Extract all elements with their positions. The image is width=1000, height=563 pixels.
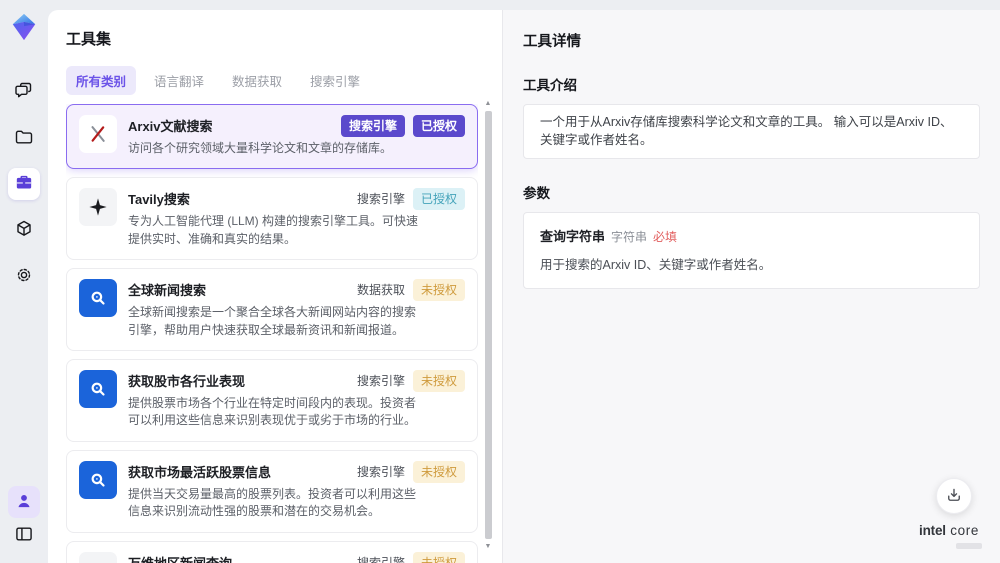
category-badge: 数据获取 (356, 283, 405, 298)
tool-list-pane: 工具集 所有类别 语言翻译 数据获取 搜索引擎 Arxiv文献搜索 访问各个研究领域大… (48, 10, 502, 563)
category-badge: 搜索引擎 (340, 115, 405, 137)
auth-status-badge: 未授权 (412, 551, 465, 563)
sidebar-item-settings[interactable] (8, 260, 40, 292)
sidebar-item-chat[interactable] (8, 76, 40, 108)
auth-status-badge: 未授权 (412, 369, 465, 392)
sidebar-item-tools[interactable] (8, 168, 40, 200)
news-search-icon (79, 279, 117, 318)
tool-card[interactable]: 获取股市各行业表现 提供股票市场各个行业在特定时间段内的表现。投资者可以利用这些… (66, 358, 478, 442)
category-tabs: 所有类别 语言翻译 数据获取 搜索引擎 (66, 66, 502, 95)
tavily-icon (79, 188, 117, 227)
category-badge: 搜索引擎 (356, 373, 405, 388)
news-search-icon (79, 460, 117, 499)
intro-box: 一个用于从Arxiv存储库搜索科学论文和文章的工具。 输入可以是Arxiv ID… (523, 104, 980, 159)
tool-card[interactable]: 万维地区新闻查询 查询具体行政区划内的新闻，快速了解各地新闻动 搜索引擎 未授权 (66, 540, 478, 563)
auth-status-badge: 未授权 (412, 279, 465, 302)
tool-card[interactable]: Arxiv文献搜索 访问各个研究领域大量科学论文和文章的存储库。 搜索引擎 已授… (66, 104, 478, 170)
param-required-flag: 必填 (653, 230, 678, 244)
category-badge: 搜索引擎 (356, 464, 405, 479)
tool-detail-pane: 工具详情 工具介绍 一个用于从Arxiv存储库搜索科学论文和文章的工具。 输入可… (502, 10, 1000, 563)
main-surface: 工具集 所有类别 语言翻译 数据获取 搜索引擎 Arxiv文献搜索 访问各个研究领域大… (48, 10, 1000, 563)
gear-icon (14, 265, 34, 288)
brand-word-core: core (950, 523, 979, 538)
tool-description: 提供股票市场各个行业在特定时间段内的表现。投资者可以利用这些信息来识别表现优于或… (128, 395, 417, 428)
sidebar-item-models[interactable] (8, 214, 40, 246)
intro-text: 一个用于从Arxiv存储库搜索科学论文和文章的工具。 输入可以是Arxiv ID… (540, 115, 953, 147)
brand-word-intel: intel (919, 523, 946, 538)
sidebar-item-panel-toggle[interactable] (8, 519, 40, 551)
download-icon (945, 486, 963, 507)
auth-status-badge: 已授权 (412, 115, 465, 137)
sidebar-item-account[interactable] (8, 486, 40, 518)
intro-heading: 工具介绍 (523, 78, 577, 93)
detail-title: 工具详情 (523, 34, 581, 50)
panel-icon (14, 524, 34, 547)
cube-icon (14, 219, 34, 242)
news-search-icon (79, 369, 117, 408)
chat-icon (14, 81, 34, 104)
intel-core-logo: intel core (912, 522, 986, 549)
params-heading: 参数 (523, 186, 550, 201)
arxiv-icon (79, 115, 117, 153)
tool-card[interactable]: 获取市场最活跃股票信息 提供当天交易量最高的股票列表。投资者可以利用这些信息来识… (66, 449, 478, 533)
page-title: 工具集 (66, 31, 112, 48)
tool-card[interactable]: 全球新闻搜索 全球新闻搜索是一个聚合全球各大新闻网站内容的搜索引擎，帮助用户快速… (66, 268, 478, 351)
scrollbar-thumb[interactable] (484, 111, 492, 539)
user-icon (14, 491, 34, 514)
category-tab-2[interactable]: 数据获取 (222, 66, 292, 95)
intel-sub-mark (956, 543, 982, 549)
scroll-up-icon[interactable]: ▲ (485, 99, 492, 108)
newspaper-icon (79, 551, 117, 563)
toolbox-icon (14, 173, 34, 196)
params-box: 查询字符串 字符串 必填 用于搜索的Arxiv ID、关键字或作者姓名。 (523, 212, 980, 289)
sidebar (0, 0, 48, 563)
download-button[interactable] (936, 478, 972, 514)
tool-description: 提供当天交易量最高的股票列表。投资者可以利用这些信息来识别流动性强的股票和潜在的… (128, 486, 417, 519)
category-badge: 搜索引擎 (356, 192, 405, 207)
app-logo-icon (9, 12, 39, 42)
auth-status-badge: 未授权 (412, 460, 465, 483)
app-window: 工具集 所有类别 语言翻译 数据获取 搜索引擎 Arxiv文献搜索 访问各个研究领域大… (0, 0, 1000, 563)
category-badge: 搜索引擎 (356, 555, 405, 563)
auth-status-badge: 已授权 (412, 188, 465, 211)
tool-list: Arxiv文献搜索 访问各个研究领域大量科学论文和文章的存储库。 搜索引擎 已授… (66, 104, 478, 563)
param-item: 查询字符串 字符串 必填 用于搜索的Arxiv ID、关键字或作者姓名。 (540, 226, 963, 273)
param-description: 用于搜索的Arxiv ID、关键字或作者姓名。 (540, 258, 772, 272)
category-tab-1[interactable]: 语言翻译 (144, 66, 214, 95)
scroll-down-icon[interactable]: ▼ (485, 542, 492, 551)
tool-card[interactable]: Tavily搜索 专为人工智能代理 (LLM) 构建的搜索引擎工具。可快速提供实… (66, 177, 478, 261)
sidebar-item-files[interactable] (8, 122, 40, 154)
tool-description: 全球新闻搜索是一个聚合全球各大新闻网站内容的搜索引擎，帮助用户快速获取全球最新资… (128, 305, 417, 337)
tool-title: 万维地区新闻查询 (128, 553, 392, 563)
tool-description: 专为人工智能代理 (LLM) 构建的搜索引擎工具。可快速提供实时、准确和真实的结… (128, 214, 419, 246)
list-scrollbar[interactable]: ▲ ▼ (483, 99, 493, 551)
category-tab-0[interactable]: 所有类别 (66, 66, 137, 95)
param-type: 字符串 (611, 230, 648, 244)
folder-icon (14, 127, 34, 150)
tool-description: 访问各个研究领域大量科学论文和文章的存储库。 (128, 141, 393, 155)
param-name: 查询字符串 (540, 229, 606, 244)
category-tab-3[interactable]: 搜索引擎 (300, 66, 370, 95)
